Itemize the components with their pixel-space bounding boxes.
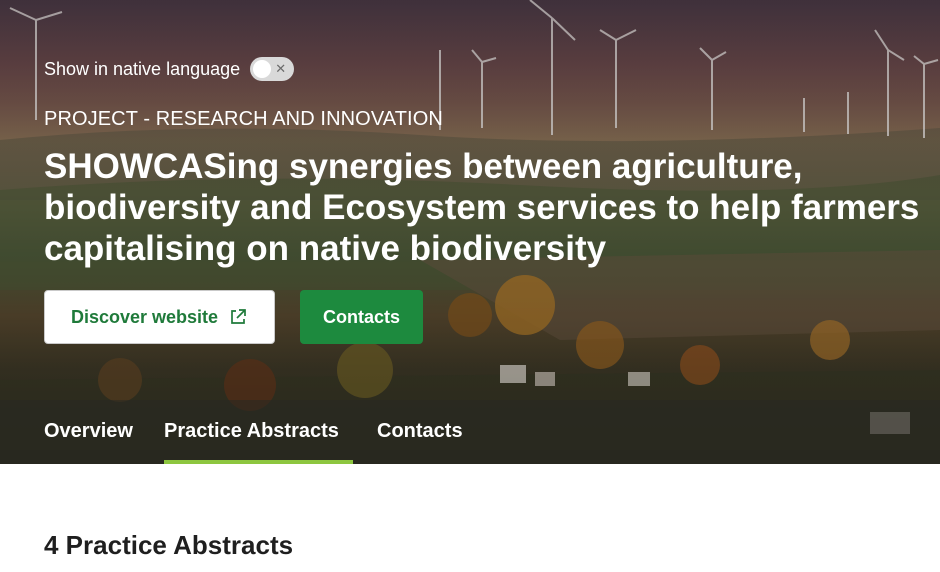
hero-banner: Show in native language ✕ PROJECT - RESE… (0, 0, 940, 464)
active-tab-indicator (164, 460, 353, 464)
native-language-label: Show in native language (44, 58, 241, 79)
discover-website-button[interactable]: Discover website (44, 290, 275, 344)
tab-bar: Overview Practice Abstracts Contacts (0, 400, 940, 464)
contacts-button[interactable]: Contacts (300, 290, 423, 344)
page-title: SHOWCASing synergies between agriculture… (44, 147, 920, 268)
tab-contacts[interactable]: Contacts (377, 420, 463, 443)
tab-practice-abstracts[interactable]: Practice Abstracts (164, 420, 339, 443)
discover-website-label: Discover website (70, 306, 219, 327)
switch-knob (253, 60, 272, 78)
native-language-toggle[interactable]: Show in native language ✕ (44, 57, 295, 81)
native-language-switch[interactable]: ✕ (250, 57, 295, 81)
project-type-label: PROJECT - RESEARCH AND INNOVATION (44, 108, 443, 130)
close-icon: ✕ (275, 61, 287, 76)
external-link-icon (231, 309, 246, 324)
contacts-button-label: Contacts (322, 306, 400, 327)
tab-overview[interactable]: Overview (44, 420, 133, 443)
section-heading: 4 Practice Abstracts (44, 530, 294, 560)
